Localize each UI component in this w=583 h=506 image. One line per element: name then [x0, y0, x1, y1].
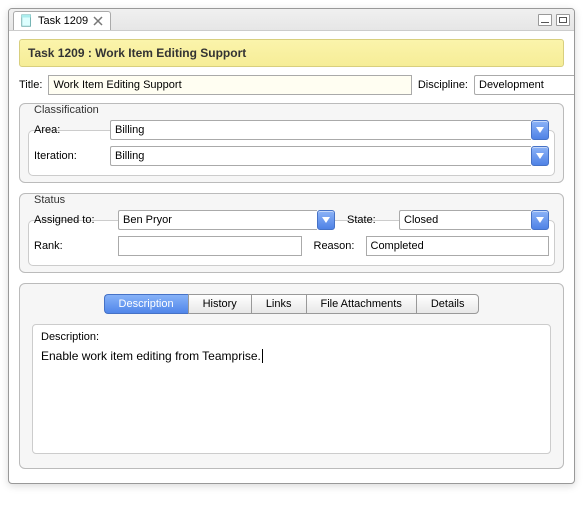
area-label: Area:	[34, 124, 104, 136]
text-caret	[262, 349, 263, 363]
tab-details[interactable]: Details	[416, 294, 480, 314]
discipline-combo[interactable]	[474, 75, 564, 95]
assigned-to-label: Assigned to:	[34, 214, 112, 226]
minimize-button[interactable]	[538, 14, 552, 26]
chevron-down-icon[interactable]	[531, 120, 549, 140]
chevron-down-icon[interactable]	[531, 210, 549, 230]
description-area[interactable]: Description: Enable work item editing fr…	[32, 324, 551, 454]
state-value[interactable]	[399, 210, 531, 230]
editor-tab[interactable]: Task 1209	[13, 11, 111, 30]
tab-description[interactable]: Description	[104, 294, 188, 314]
iteration-value[interactable]	[110, 146, 531, 166]
iteration-label: Iteration:	[34, 150, 104, 162]
form-header: Task 1209 : Work Item Editing Support	[19, 39, 564, 67]
detail-tabs-panel: Description History Links File Attachmen…	[19, 283, 564, 469]
discipline-label: Discipline:	[418, 79, 468, 91]
tab-links[interactable]: Links	[251, 294, 306, 314]
reason-label: Reason:	[314, 240, 360, 252]
close-icon[interactable]	[92, 15, 104, 27]
assigned-to-value[interactable]	[118, 210, 317, 230]
maximize-button[interactable]	[556, 14, 570, 26]
title-label: Title:	[19, 79, 42, 91]
tab-file-attachments[interactable]: File Attachments	[306, 294, 416, 314]
editor-window: Task 1209 Task 1209 : Work Item Editing …	[8, 8, 575, 484]
area-value[interactable]	[110, 120, 531, 140]
state-combo[interactable]	[399, 210, 549, 230]
iteration-combo[interactable]	[110, 146, 549, 166]
chevron-down-icon[interactable]	[531, 146, 549, 166]
detail-tabs: Description History Links File Attachmen…	[32, 294, 551, 314]
rank-input[interactable]	[118, 236, 302, 256]
classification-group: Classification Area: Iteration:	[19, 103, 564, 183]
status-group: Status Assigned to: State: Rank:	[19, 193, 564, 273]
title-input[interactable]	[48, 75, 411, 95]
description-label: Description:	[41, 331, 542, 343]
state-label: State:	[347, 214, 393, 226]
rank-label: Rank:	[34, 240, 112, 252]
tab-title: Task 1209	[38, 15, 88, 27]
reason-input[interactable]	[366, 236, 550, 256]
area-combo[interactable]	[110, 120, 549, 140]
chevron-down-icon[interactable]	[317, 210, 335, 230]
discipline-value[interactable]	[474, 75, 575, 95]
tab-strip: Task 1209	[9, 9, 574, 31]
document-icon	[20, 14, 34, 28]
description-text: Enable work item editing from Teamprise.	[41, 349, 261, 363]
assigned-to-combo[interactable]	[118, 210, 335, 230]
tab-history[interactable]: History	[188, 294, 251, 314]
